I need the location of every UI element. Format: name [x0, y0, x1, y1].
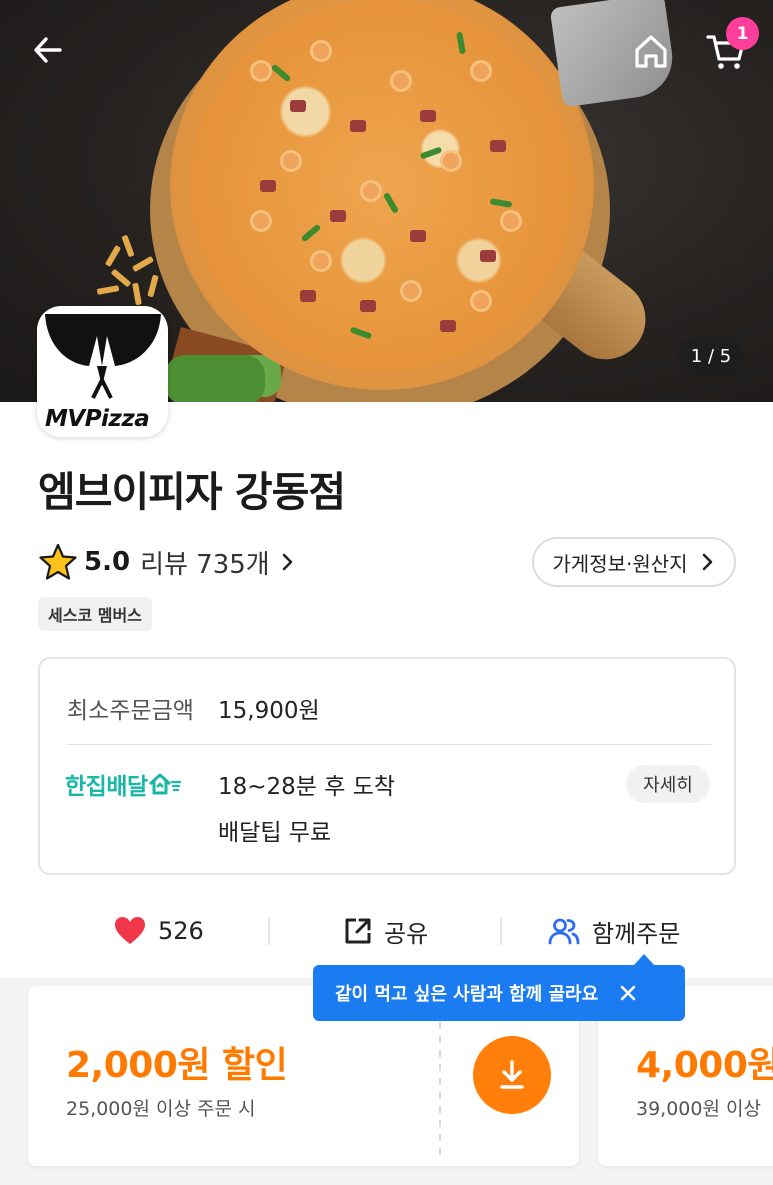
coupon-condition: 39,000원 이상 [636, 1098, 761, 1120]
delivery-home-icon [148, 773, 181, 795]
rating-row[interactable]: 5.0 리뷰 735개 [38, 540, 296, 584]
close-icon[interactable] [618, 983, 638, 1003]
divider [268, 917, 270, 945]
cart-count-badge: 1 [726, 17, 759, 50]
home-button[interactable] [628, 28, 674, 74]
logo-text: MVPizza [45, 406, 150, 432]
divider [67, 744, 711, 745]
rating-score: 5.0 [84, 547, 131, 577]
delivery-brand-label: 한집배달 [65, 774, 148, 800]
divider [500, 917, 502, 945]
min-order-label: 최소주문금액 [67, 698, 194, 724]
coupon-perforation [439, 1022, 441, 1162]
back-button[interactable] [26, 28, 70, 72]
fries-garnish [96, 234, 180, 306]
delivery-tip: 배달팁 무료 [218, 820, 332, 846]
coupon-title: 2,000원 할인 [66, 1045, 288, 1086]
store-info-button[interactable]: 가게정보·원산지 [532, 537, 736, 587]
download-icon [500, 1060, 524, 1089]
share-button[interactable]: 공유 [344, 905, 428, 957]
like-button[interactable]: 526 [114, 905, 204, 957]
review-count[interactable]: 리뷰 735개 [140, 544, 270, 581]
coupon-download-button[interactable] [473, 1036, 551, 1114]
back-arrow-icon [34, 37, 62, 63]
store-name: 엠브이피자 강동점 [38, 468, 346, 516]
order-info-card: 최소주문금액 15,900원 한집배달 18~28분 후 도착 배달팁 무료 자… [38, 657, 736, 875]
image-page-indicator: 1 / 5 [678, 337, 744, 375]
coupon-condition: 25,000원 이상 주문 시 [66, 1098, 256, 1120]
home-icon [635, 35, 667, 68]
green-pepper-garnish [165, 355, 265, 402]
like-count: 526 [158, 917, 204, 945]
member-badge: 세스코 멤버스 [38, 597, 152, 631]
heart-icon [115, 917, 145, 944]
store-logo: MVPizza [37, 306, 168, 437]
delivery-type: 한집배달 [65, 767, 182, 801]
group-order-label: 함께주문 [592, 919, 681, 948]
coupon-title: 4,000원 [636, 1045, 773, 1086]
share-icon [345, 918, 371, 944]
store-info-label: 가게정보·원산지 [552, 551, 688, 576]
tooltip-text: 같이 먹고 싶은 사람과 함께 골라요 [335, 984, 599, 1005]
pizza-toppings [190, 0, 575, 372]
delivery-detail-button[interactable]: 자세히 [626, 765, 710, 803]
group-order-tooltip: 같이 먹고 싶은 사람과 함께 골라요 [313, 954, 685, 1021]
group-order-button[interactable]: 함께주문 [548, 905, 680, 957]
star-icon [39, 543, 77, 580]
chevron-right-icon [702, 553, 712, 571]
chevron-right-icon [282, 553, 293, 571]
arrival-time: 18~28분 후 도착 [218, 774, 396, 800]
action-bar: 526 공유 함께주문 [0, 905, 773, 957]
share-label: 공유 [384, 919, 429, 948]
min-order-value: 15,900원 [218, 698, 320, 724]
group-order-icon [548, 918, 580, 945]
